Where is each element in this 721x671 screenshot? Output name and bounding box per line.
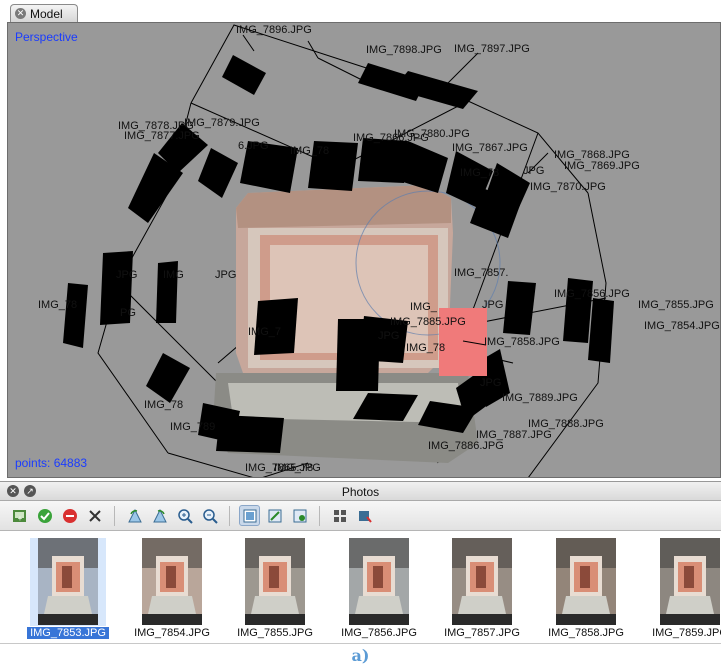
- camera-label: JPG: [378, 330, 399, 342]
- photo-thumbnail[interactable]: IMG_7856.JPG: [329, 538, 429, 642]
- rotate-right-icon[interactable]: [149, 505, 170, 526]
- photo-thumbnail[interactable]: IMG_7853.JPG: [18, 538, 118, 642]
- camera-label: IMG_7877.JPG: [124, 130, 200, 142]
- camera-label: JPG: [480, 377, 501, 389]
- thumbnail-view-icon[interactable]: [239, 505, 260, 526]
- toolbar-separator: [229, 505, 230, 526]
- photos-titlebar: ✕ ↗ Photos: [0, 481, 721, 501]
- camera-label: IMG_78: [144, 399, 183, 411]
- camera-label: IMG_7870.JPG: [530, 181, 606, 193]
- photo-filename: IMG_7857.JPG: [444, 627, 520, 639]
- photo-filename: IMG_7859.JPG: [652, 627, 721, 639]
- camera-label: IMG_7897.JPG: [454, 43, 530, 55]
- camera-label: IMG_7856.JPG: [554, 288, 630, 300]
- camera-label: IMG: [163, 269, 184, 281]
- photo-thumbnail-image: [38, 538, 98, 625]
- camera-label: PG: [120, 307, 136, 319]
- photo-filename: IMG_7854.JPG: [134, 627, 210, 639]
- photo-thumbnail[interactable]: IMG_7855.JPG: [225, 538, 325, 642]
- camera-label: IMG_7896.JPG: [236, 24, 312, 36]
- camera-label: IMG_7879.JPG: [184, 117, 260, 129]
- point-cloud-scene[interactable]: IMG_7896.JPGIMG_7898.JPG IMG_7897.JPGIMG_…: [8, 23, 721, 478]
- photo-thumbnail-strip: IMG_7853.JPG IMG_7854.JPG IMG_7855.JPG IMG_…: [0, 532, 721, 644]
- camera-label: IMG_7854.JPG: [644, 320, 720, 332]
- photo-thumbnail-image: [349, 538, 409, 625]
- detail-view-icon[interactable]: [329, 505, 350, 526]
- enable-icon[interactable]: [34, 505, 55, 526]
- zoom-in-icon[interactable]: [174, 505, 195, 526]
- photo-thumbnail-image: [245, 538, 305, 625]
- import-masks-icon[interactable]: [264, 505, 285, 526]
- filter-icon[interactable]: [354, 505, 375, 526]
- camera-label: IMG_7857.: [454, 267, 508, 279]
- rotate-left-icon[interactable]: [124, 505, 145, 526]
- camera-label: IMG_7858.JPG: [484, 336, 560, 348]
- close-tab-icon[interactable]: ✕: [15, 8, 26, 19]
- photo-thumbnail-image: [452, 538, 512, 625]
- photo-filename: IMG_7855.JPG: [237, 627, 313, 639]
- camera-label: JPG: [482, 299, 503, 311]
- camera-label: IMG_78: [38, 299, 77, 311]
- camera-label: IMG_78: [406, 342, 445, 354]
- photo-thumbnail[interactable]: IMG_7858.JPG: [536, 538, 636, 642]
- disable-icon[interactable]: [59, 505, 80, 526]
- camera-label: 6.JPG: [238, 140, 269, 152]
- camera-label: IMG_789: [170, 421, 215, 433]
- camera-label: IMG_78: [290, 145, 329, 157]
- photo-filename: IMG_7853.JPG: [18, 627, 118, 639]
- camera-label: IMG_7885.JPG: [390, 316, 466, 328]
- toolbar-separator: [114, 505, 115, 526]
- camera-label: IMG_7880.JPG: [394, 128, 470, 140]
- tab-model[interactable]: ✕ Model: [10, 4, 78, 22]
- svg-text:+: +: [17, 514, 22, 523]
- photos-toolbar: +: [0, 501, 721, 531]
- figure-caption: a): [351, 646, 370, 665]
- export-masks-icon[interactable]: [289, 505, 310, 526]
- photo-thumbnail-image: [142, 538, 202, 625]
- camera-label: IMG_7855.JPG: [638, 299, 714, 311]
- camera-label: JPG: [523, 165, 544, 177]
- photo-thumbnail[interactable]: IMG_7859.JPG: [640, 538, 721, 642]
- toolbar-separator: [319, 505, 320, 526]
- float-pane-icon[interactable]: ↗: [24, 485, 36, 497]
- add-photos-icon[interactable]: +: [9, 505, 30, 526]
- camera-label: IMG_78: [460, 167, 499, 179]
- photo-thumbnail[interactable]: IMG_7857.JPG: [432, 538, 532, 642]
- photo-filename: IMG_7856.JPG: [341, 627, 417, 639]
- photo-thumbnail-image: [660, 538, 720, 625]
- remove-icon[interactable]: [84, 505, 105, 526]
- app-window: ✕ Model IMG_7896.JPG IMG_7898.JPG IMG_78…: [0, 0, 721, 671]
- view-mode-label: Perspective: [15, 30, 78, 44]
- camera-label: IMG_7898.JPG: [366, 44, 442, 56]
- camera-label: IMG_7869.JPG: [564, 160, 640, 172]
- model-viewport[interactable]: IMG_7896.JPG IMG_7898.JPG IMG_7897.JPG IMG_…: [7, 22, 721, 478]
- photo-thumbnail[interactable]: IMG_7854.JPG: [122, 538, 222, 642]
- camera-label: IMG_7: [248, 326, 281, 338]
- photos-pane-title: Photos: [341, 485, 380, 499]
- photo-thumbnail-image: [556, 538, 616, 625]
- photo-filename: IMG_7858.JPG: [548, 627, 624, 639]
- close-pane-icon[interactable]: ✕: [7, 485, 19, 497]
- tab-model-label: Model: [30, 6, 63, 21]
- camera-label: IMG_7867.JPG: [452, 142, 528, 154]
- camera-label: IMG_7886.JPG: [428, 440, 504, 452]
- camera-label: IMG_: [410, 301, 438, 313]
- zoom-out-icon[interactable]: [199, 505, 220, 526]
- camera-label: JPG: [116, 269, 137, 281]
- points-count-label: points: 64883: [15, 456, 88, 470]
- camera-label: IMG_78: [274, 462, 313, 474]
- camera-label: JPG: [215, 269, 236, 281]
- camera-label: IMG_7889.JPG: [502, 392, 578, 404]
